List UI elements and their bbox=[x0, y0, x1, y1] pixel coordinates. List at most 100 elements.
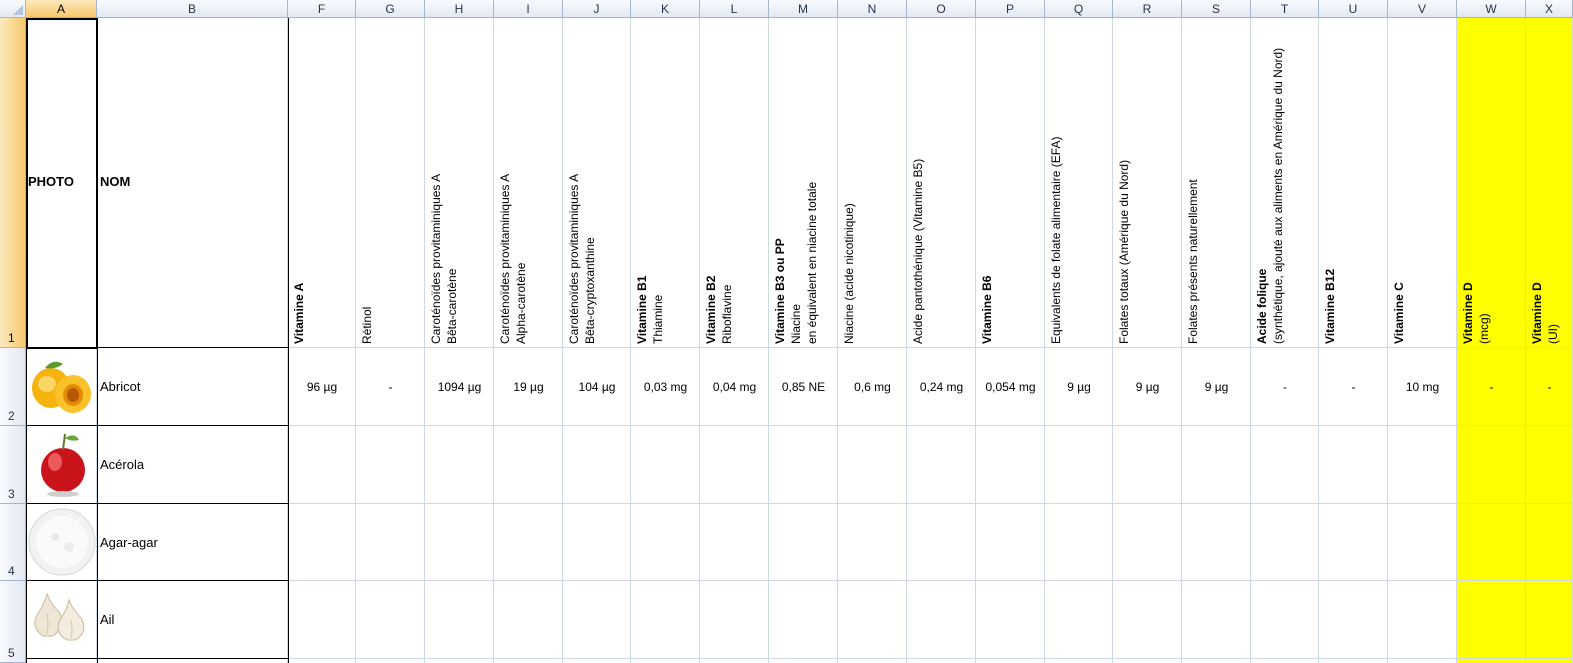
food-name-abricot[interactable]: Abricot bbox=[100, 379, 140, 394]
food-name-ail[interactable]: Ail bbox=[100, 612, 114, 627]
header-cell-m[interactable]: Vitamine B3 ou PP Niacine en équivalent en… bbox=[769, 18, 838, 348]
column-header-n[interactable]: N bbox=[838, 0, 907, 18]
header-cell-p[interactable]: Vitamine B6 bbox=[976, 18, 1045, 348]
header-text-i-sub: Caroténoïdes provitaminiques A bbox=[498, 173, 512, 344]
header-text-u-bold: Vitamine B12 bbox=[1323, 268, 1337, 344]
column-header-i[interactable]: I bbox=[494, 0, 563, 18]
header-cell-r[interactable]: Folates totaux (Amérique du Nord) bbox=[1113, 18, 1182, 348]
header-cell-i[interactable]: Caroténoïdes provitaminiques A Alpha-caro… bbox=[494, 18, 563, 348]
value-abricot-n[interactable]: 0,6 mg bbox=[838, 380, 907, 394]
header-text-j-sub: Caroténoïdes provitaminiques A bbox=[567, 173, 581, 344]
header-text-g-sub: Rétinol bbox=[360, 306, 374, 344]
column-header-u[interactable]: U bbox=[1319, 0, 1388, 18]
apricot-photo bbox=[27, 354, 97, 420]
column-header-l[interactable]: L bbox=[700, 0, 769, 18]
header-cell-j[interactable]: Caroténoïdes provitaminiques A Bêta-crypt… bbox=[563, 18, 631, 348]
header-cell-k[interactable]: Vitamine B1 Thiamine bbox=[631, 18, 700, 348]
column-header-m[interactable]: M bbox=[769, 0, 838, 18]
header-text-l-bold: Vitamine B2 bbox=[704, 275, 718, 344]
header-cell-f[interactable]: Vitamine A bbox=[288, 18, 356, 348]
header-text-v-bold: Vitamine C bbox=[1392, 282, 1406, 344]
value-abricot-l[interactable]: 0,04 mg bbox=[700, 380, 769, 394]
column-header-v[interactable]: V bbox=[1388, 0, 1457, 18]
value-abricot-j[interactable]: 104 µg bbox=[563, 380, 631, 394]
value-abricot-k[interactable]: 0,03 mg bbox=[631, 380, 700, 394]
value-abricot-w[interactable]: - bbox=[1457, 380, 1526, 394]
column-header-p[interactable]: P bbox=[976, 0, 1045, 18]
header-text-i-sub2: Alpha-carotène bbox=[514, 262, 528, 344]
header-text-s-sub: Folates présents naturellement bbox=[1186, 179, 1200, 344]
value-abricot-g[interactable]: - bbox=[356, 380, 425, 394]
header-cell-x[interactable]: Vitamine D (UI) bbox=[1526, 18, 1573, 348]
value-abricot-i[interactable]: 19 µg bbox=[494, 380, 563, 394]
value-abricot-o[interactable]: 0,24 mg bbox=[907, 380, 976, 394]
header-text-p-bold: Vitamine B6 bbox=[980, 275, 994, 344]
header-cell-u[interactable]: Vitamine B12 bbox=[1319, 18, 1388, 348]
value-abricot-q[interactable]: 9 µg bbox=[1045, 380, 1113, 394]
header-cell-l[interactable]: Vitamine B2 Riboflavine bbox=[700, 18, 769, 348]
value-abricot-x[interactable]: - bbox=[1526, 380, 1573, 394]
food-name-agar-agar[interactable]: Agar-agar bbox=[100, 535, 158, 550]
column-header-k[interactable]: K bbox=[631, 0, 700, 18]
value-abricot-f[interactable]: 96 µg bbox=[288, 380, 356, 394]
header-cell-q[interactable]: Equivalents de folate alimentaire (EFA) bbox=[1045, 18, 1113, 348]
header-cell-t[interactable]: Acide folique (synthétique, ajouté aux al… bbox=[1251, 18, 1319, 348]
value-abricot-h[interactable]: 1094 µg bbox=[425, 380, 494, 394]
acerola-photo bbox=[27, 430, 97, 500]
column-header-j[interactable]: J bbox=[563, 0, 631, 18]
header-text-w-sub: (mcg) bbox=[1477, 313, 1491, 344]
spreadsheet: ABFGHIJKLMNOPQRSTUVWX 1 2 3 4 5 PHOTO NO… bbox=[0, 0, 1573, 663]
header-cell-h[interactable]: Caroténoïdes provitaminiques A Bêta-carot… bbox=[425, 18, 494, 348]
header-text-r-sub: Folates totaux (Amérique du Nord) bbox=[1117, 159, 1131, 344]
header-text-m-sub: Niacine bbox=[789, 303, 803, 344]
header-text-j-sub2: Bêta-cryptoxanthine bbox=[583, 237, 597, 344]
food-name-acerola[interactable]: Acérola bbox=[100, 457, 144, 472]
column-header-r[interactable]: R bbox=[1113, 0, 1182, 18]
header-cell-o[interactable]: Acide pantothénique (Vitamine B5) bbox=[907, 18, 976, 348]
select-all-corner[interactable] bbox=[0, 0, 26, 18]
header-cell-s[interactable]: Folates présents naturellement bbox=[1182, 18, 1251, 348]
header-text-k-sub: Thiamine bbox=[651, 294, 665, 344]
header-text-m-bold: Vitamine B3 ou PP bbox=[773, 238, 787, 344]
agar-agar-photo bbox=[27, 507, 97, 577]
row-header-2[interactable]: 2 bbox=[0, 348, 26, 426]
value-abricot-u[interactable]: - bbox=[1319, 380, 1388, 394]
column-header-t[interactable]: T bbox=[1251, 0, 1319, 18]
header-text-t-sub: (synthétique, ajouté aux aliments en Amé… bbox=[1271, 47, 1285, 344]
column-header-f[interactable]: F bbox=[288, 0, 356, 18]
row-header-4[interactable]: 4 bbox=[0, 504, 26, 581]
column-header-q[interactable]: Q bbox=[1045, 0, 1113, 18]
row-header-5[interactable]: 5 bbox=[0, 581, 26, 663]
header-nom[interactable]: NOM bbox=[100, 174, 180, 190]
column-header-g[interactable]: G bbox=[356, 0, 425, 18]
header-text-f-bold: Vitamine A bbox=[292, 282, 306, 344]
value-abricot-v[interactable]: 10 mg bbox=[1388, 380, 1457, 394]
header-cell-w[interactable]: Vitamine D (mcg) bbox=[1457, 18, 1526, 348]
header-cell-n[interactable]: Niacine (acide nicotinique) bbox=[838, 18, 907, 348]
header-text-x-bold: Vitamine D bbox=[1530, 282, 1544, 344]
garlic-photo bbox=[27, 588, 97, 644]
header-text-t-bold: Acide folique bbox=[1255, 268, 1269, 344]
header-text-m-sub2: en équivalent en niacine totale bbox=[805, 181, 819, 344]
column-header-x[interactable]: X bbox=[1526, 0, 1573, 18]
value-abricot-t[interactable]: - bbox=[1251, 380, 1319, 394]
header-text-w-bold: Vitamine D bbox=[1461, 282, 1475, 344]
header-text-q-sub: Equivalents de folate alimentaire (EFA) bbox=[1049, 136, 1063, 344]
column-header-w[interactable]: W bbox=[1457, 0, 1526, 18]
column-header-b[interactable]: B bbox=[97, 0, 288, 18]
header-photo[interactable]: PHOTO bbox=[28, 174, 96, 190]
row-header-3[interactable]: 3 bbox=[0, 426, 26, 504]
row-header-1[interactable]: 1 bbox=[0, 18, 26, 348]
value-abricot-m[interactable]: 0,85 NE bbox=[769, 380, 838, 394]
column-header-o[interactable]: O bbox=[907, 0, 976, 18]
header-text-h-sub: Caroténoïdes provitaminiques A bbox=[429, 173, 443, 344]
column-header-h[interactable]: H bbox=[425, 0, 494, 18]
column-header-s[interactable]: S bbox=[1182, 0, 1251, 18]
value-abricot-r[interactable]: 9 µg bbox=[1113, 380, 1182, 394]
header-cell-g[interactable]: Rétinol bbox=[356, 18, 425, 348]
value-abricot-s[interactable]: 9 µg bbox=[1182, 380, 1251, 394]
header-cell-v[interactable]: Vitamine C bbox=[1388, 18, 1457, 348]
header-text-x-sub: (UI) bbox=[1546, 324, 1560, 344]
column-header-a[interactable]: A bbox=[26, 0, 97, 18]
value-abricot-p[interactable]: 0,054 mg bbox=[976, 380, 1045, 394]
